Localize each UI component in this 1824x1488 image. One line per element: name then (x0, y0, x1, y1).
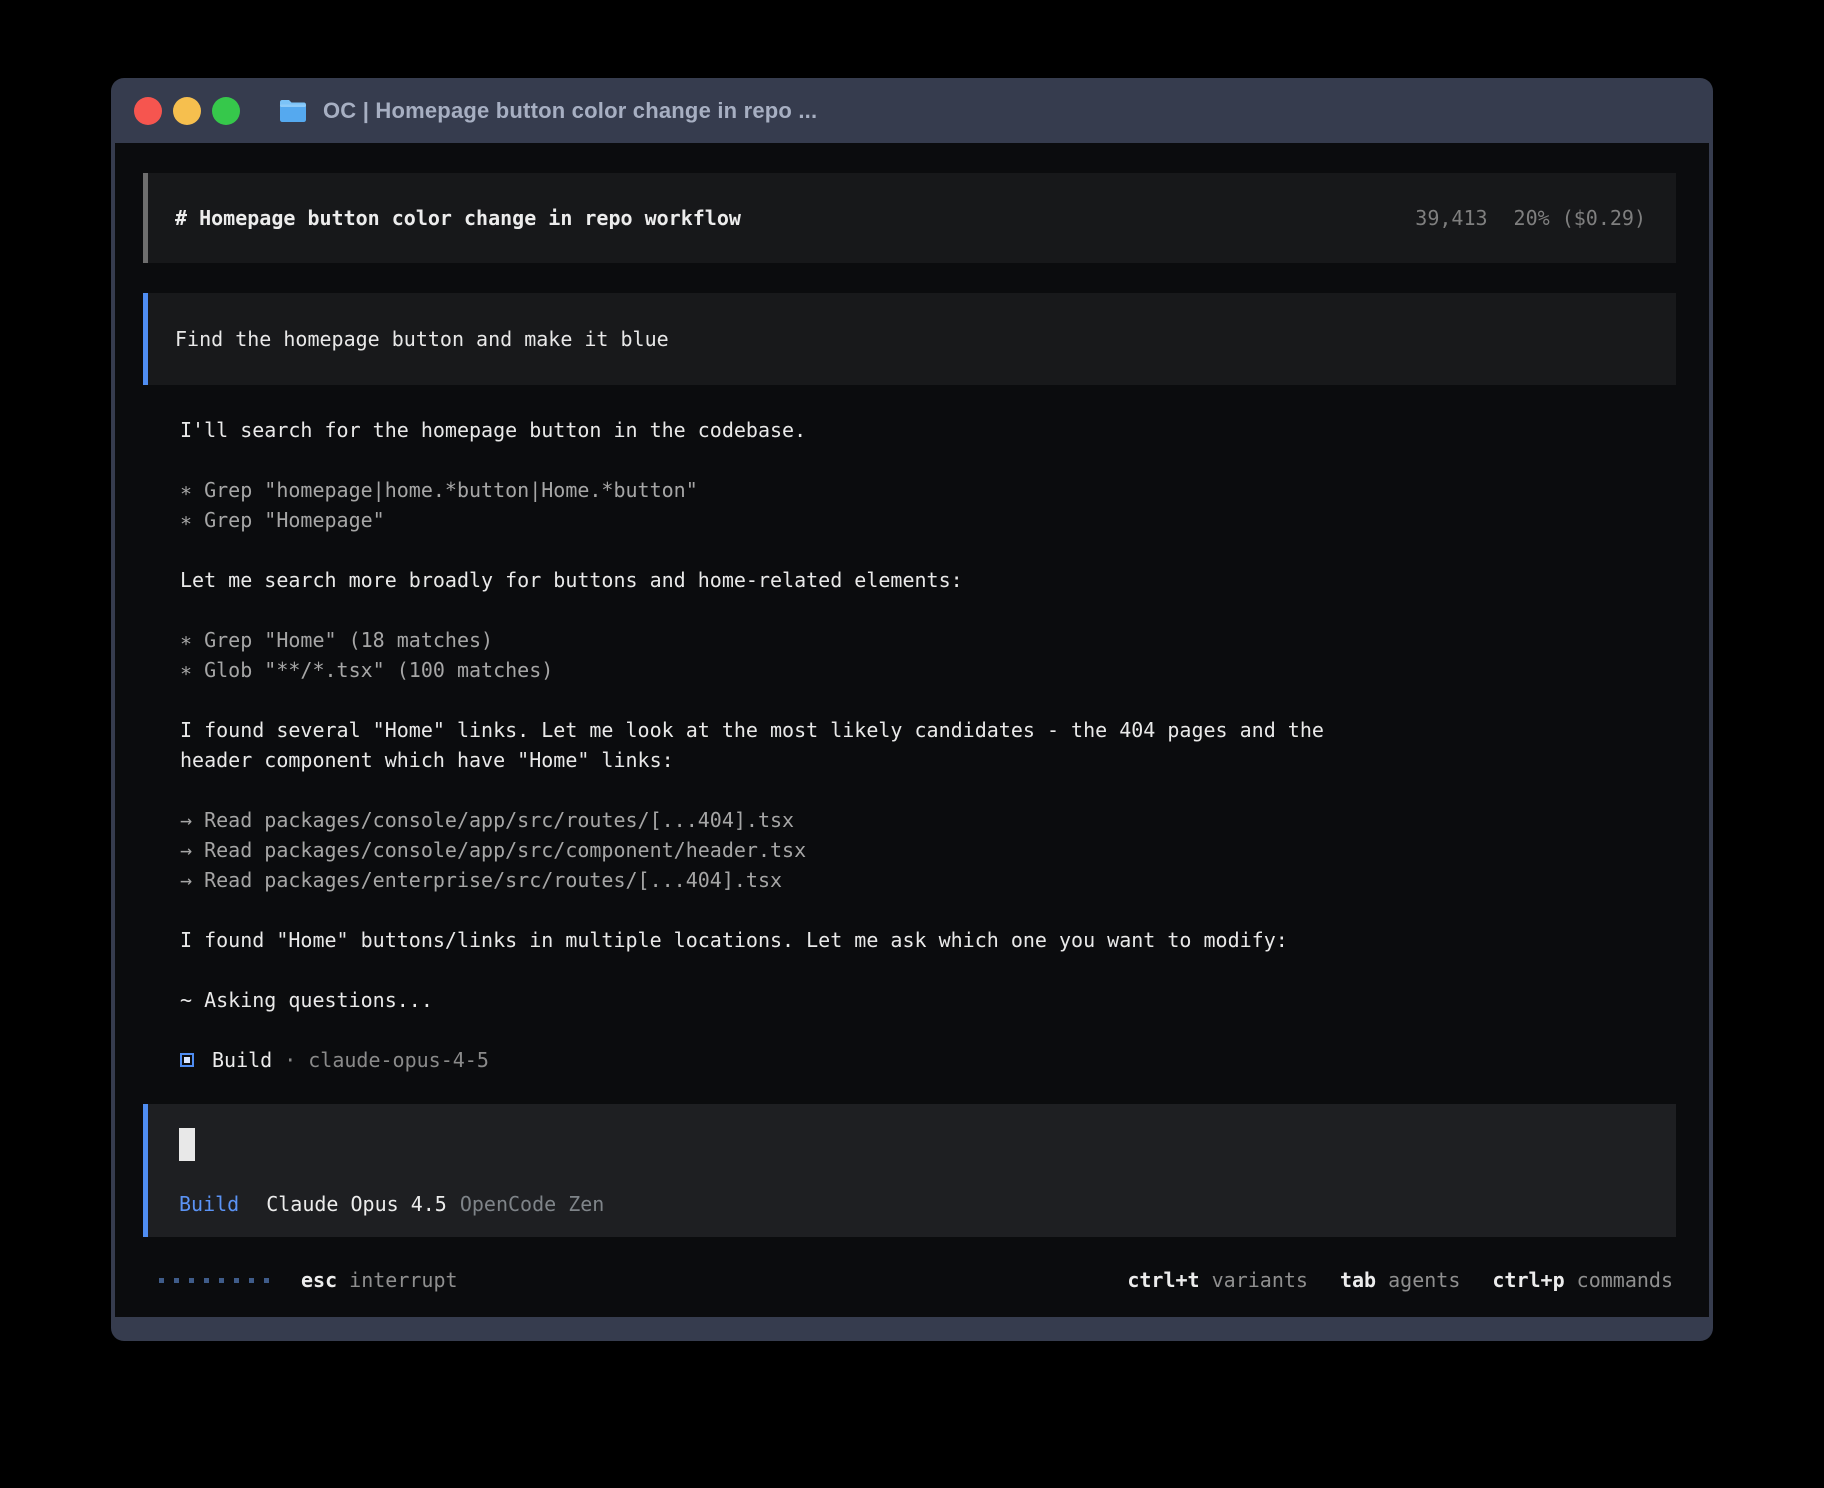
prompt-meta: Build Claude Opus 4.5 OpenCode Zen (179, 1189, 1646, 1219)
prompt-agent-label: Build (179, 1189, 239, 1219)
minimize-button[interactable] (173, 97, 201, 125)
hint-label: agents (1376, 1268, 1460, 1292)
transcript-line: I found "Home" buttons/links in multiple… (180, 925, 1676, 955)
close-button[interactable] (134, 97, 162, 125)
spinner-dot (174, 1278, 179, 1283)
agent-name: Build (212, 1045, 272, 1075)
hint-label: commands (1565, 1268, 1673, 1292)
transcript-line: Let me search more broadly for buttons a… (180, 565, 1676, 595)
traffic-lights (134, 97, 240, 125)
transcript-blank-line (180, 955, 1676, 985)
keybind-hint-agents: tab agents (1340, 1265, 1460, 1295)
transcript-blank-line (180, 775, 1676, 805)
hint-key: ctrl+p (1492, 1268, 1564, 1292)
transcript-blank-line (180, 535, 1676, 565)
spinner-dot (204, 1278, 209, 1283)
spinner-dot (249, 1278, 254, 1283)
transcript-line: → Read packages/console/app/src/routes/[… (180, 805, 1676, 835)
transcript-line: → Read packages/enterprise/src/routes/[.… (180, 865, 1676, 895)
zoom-button[interactable] (212, 97, 240, 125)
transcript-line: header component which have "Home" links… (180, 745, 1676, 775)
prompt-input[interactable]: Build Claude Opus 4.5 OpenCode Zen (143, 1104, 1676, 1237)
transcript-blank-line (180, 595, 1676, 625)
hint-key: tab (1340, 1268, 1376, 1292)
spinner-dot (234, 1278, 239, 1283)
keybind-hint-commands: ctrl+p commands (1492, 1265, 1673, 1295)
keybind-hint-interrupt: esc interrupt (301, 1265, 458, 1295)
transcript-blank-line (180, 685, 1676, 715)
folder-icon (278, 99, 308, 123)
transcript-line: → Read packages/console/app/src/componen… (180, 835, 1676, 865)
transcript-line: ~ Asking questions... (180, 985, 1676, 1015)
user-message: Find the homepage button and make it blu… (143, 293, 1676, 385)
terminal-content: # Homepage button color change in repo w… (115, 143, 1709, 1317)
transcript-line: ∗ Grep "homepage|home.*button|Home.*butt… (180, 475, 1676, 505)
spinner-dot (264, 1278, 269, 1283)
spinner-dot (159, 1278, 164, 1283)
spinner-dot (189, 1278, 194, 1283)
hint-key: ctrl+t (1127, 1268, 1199, 1292)
transcript-line: ∗ Grep "Home" (18 matches) (180, 625, 1676, 655)
transcript-line: ∗ Glob "**/*.tsx" (100 matches) (180, 655, 1676, 685)
transcript-line: I'll search for the homepage button in t… (180, 415, 1676, 445)
prompt-provider-label: OpenCode Zen (460, 1189, 605, 1219)
text-cursor (179, 1128, 195, 1161)
session-header: # Homepage button color change in repo w… (143, 173, 1676, 263)
agent-status-row: Build · claude-opus-4-5 (180, 1045, 1676, 1075)
terminal-window: OC | Homepage button color change in rep… (111, 78, 1713, 1341)
prompt-model-label: Claude Opus 4.5 (266, 1189, 447, 1219)
session-title: # Homepage button color change in repo w… (175, 203, 741, 233)
hint-label: interrupt (337, 1268, 457, 1292)
hint-label: variants (1200, 1268, 1308, 1292)
titlebar: OC | Homepage button color change in rep… (111, 78, 1713, 143)
context-cost: 20% ($0.29) (1514, 203, 1646, 233)
transcript-blank-line (180, 1015, 1676, 1045)
agent-separator: · (284, 1045, 296, 1075)
hint-key: esc (301, 1268, 337, 1292)
statusbar: esc interrupt ctrl+t variantstab agentsc… (143, 1265, 1676, 1295)
token-count: 39,413 (1415, 203, 1487, 233)
statusbar-hints-left: esc interrupt (301, 1265, 458, 1295)
user-message-text: Find the homepage button and make it blu… (175, 324, 669, 354)
keybind-hint-variants: ctrl+t variants (1127, 1265, 1308, 1295)
transcript-blank-line (180, 895, 1676, 925)
spinner-dot (219, 1278, 224, 1283)
session-stats: 39,413 20% ($0.29) (1415, 203, 1646, 233)
spinner-dots (159, 1278, 269, 1283)
transcript: I'll search for the homepage button in t… (143, 415, 1676, 1075)
statusbar-hints-right: ctrl+t variants tab agents ctrl+p commands (1127, 1265, 1673, 1295)
agent-model: claude-opus-4-5 (308, 1045, 489, 1075)
window-title: OC | Homepage button color change in rep… (323, 98, 817, 124)
transcript-line: I found several "Home" links. Let me loo… (180, 715, 1676, 745)
transcript-line: ∗ Grep "Homepage" (180, 505, 1676, 535)
agent-square-icon (180, 1053, 194, 1067)
transcript-blank-line (180, 445, 1676, 475)
